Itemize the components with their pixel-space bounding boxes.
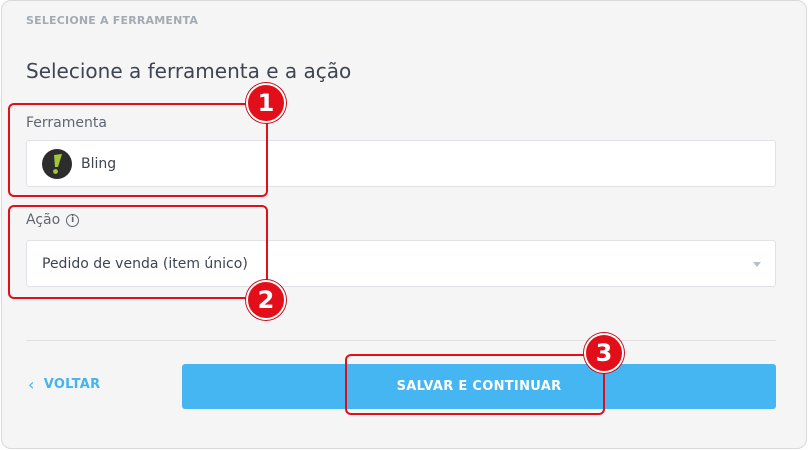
back-button[interactable]: ‹ VOLTAR [28, 375, 101, 394]
annotation-marker-1: 1 [246, 83, 286, 123]
chevron-down-icon [753, 262, 761, 267]
highlight-box-tool [8, 103, 268, 197]
divider [26, 340, 776, 341]
highlight-box-save [345, 354, 605, 415]
back-button-label: VOLTAR [43, 377, 101, 392]
highlight-box-action [8, 205, 268, 299]
chevron-left-icon: ‹ [28, 375, 35, 394]
page-title: Selecione a ferramenta e a ação [26, 59, 352, 83]
annotation-marker-2: 2 [246, 280, 286, 320]
annotation-marker-3: 3 [584, 333, 624, 373]
section-label: SELECIONE A FERRAMENTA [26, 14, 199, 27]
